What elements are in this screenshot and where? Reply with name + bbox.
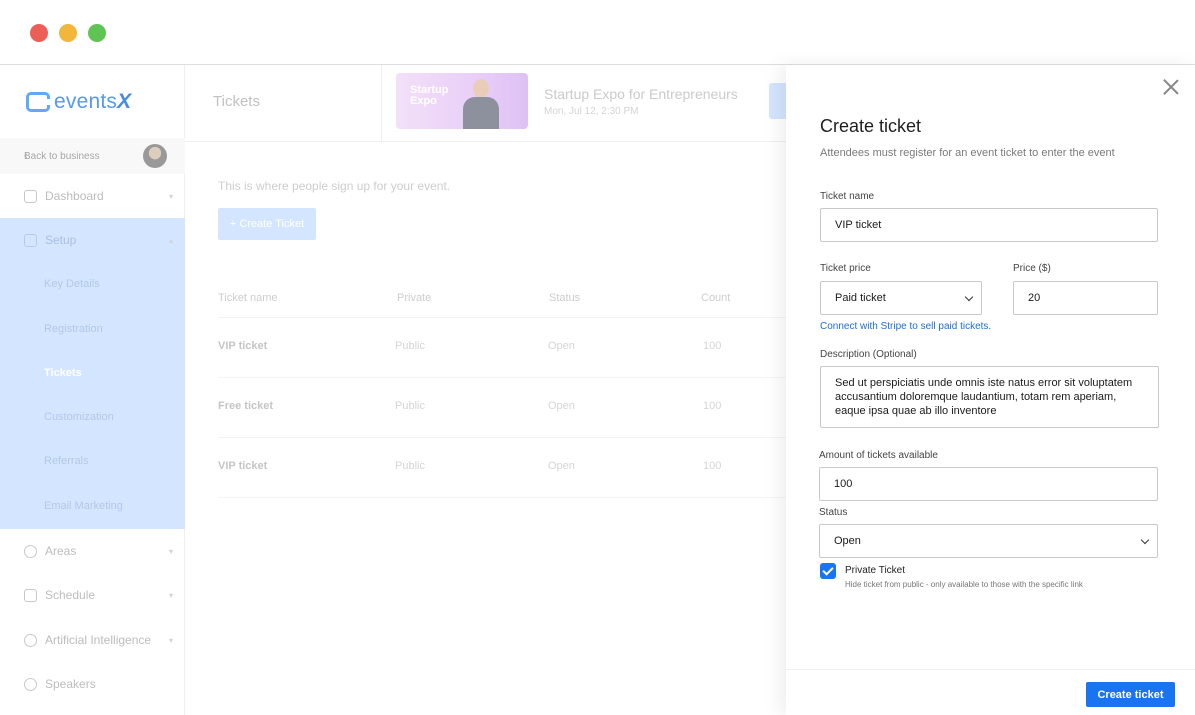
drawer-title: Create ticket [820, 116, 922, 136]
create-ticket-drawer: Create ticket Attendees must register fo… [786, 65, 1195, 715]
price-label: Price ($) [1013, 263, 1051, 274]
close-icon[interactable] [1163, 79, 1179, 95]
ticket-name-input[interactable]: VIP ticket [820, 208, 1158, 242]
private-ticket-label: Private Ticket [845, 565, 906, 576]
drawer-subtitle: Attendees must register for an event tic… [820, 147, 1115, 159]
status-select[interactable]: Open [819, 524, 1158, 558]
ticket-price-label: Ticket price [820, 263, 871, 274]
price-input[interactable]: 20 [1013, 281, 1158, 315]
chevron-down-icon [964, 292, 974, 302]
close-window-button[interactable] [30, 24, 48, 42]
description-label: Description (Optional) [820, 349, 917, 360]
maximize-window-button[interactable] [88, 24, 106, 42]
private-ticket-description: Hide ticket from public - only available… [845, 580, 1083, 589]
minimize-window-button[interactable] [59, 24, 77, 42]
amount-label: Amount of tickets available [819, 450, 938, 461]
description-textarea[interactable]: Sed ut perspiciatis unde omnis iste natu… [820, 366, 1159, 428]
backdrop-overlay[interactable] [0, 65, 786, 715]
drawer-footer: Create ticket [786, 669, 1195, 715]
chevron-down-icon [1140, 535, 1150, 545]
private-ticket-checkbox[interactable] [820, 563, 836, 579]
ticket-price-select[interactable]: Paid ticket [820, 281, 982, 315]
create-ticket-submit-button[interactable]: Create ticket [1086, 682, 1175, 707]
amount-input[interactable]: 100 [819, 467, 1158, 501]
window-titlebar [0, 0, 1195, 65]
ticket-name-label: Ticket name [820, 191, 875, 202]
connect-stripe-link[interactable]: Connect with Stripe to sell paid tickets… [820, 321, 991, 332]
status-label: Status [819, 507, 848, 518]
